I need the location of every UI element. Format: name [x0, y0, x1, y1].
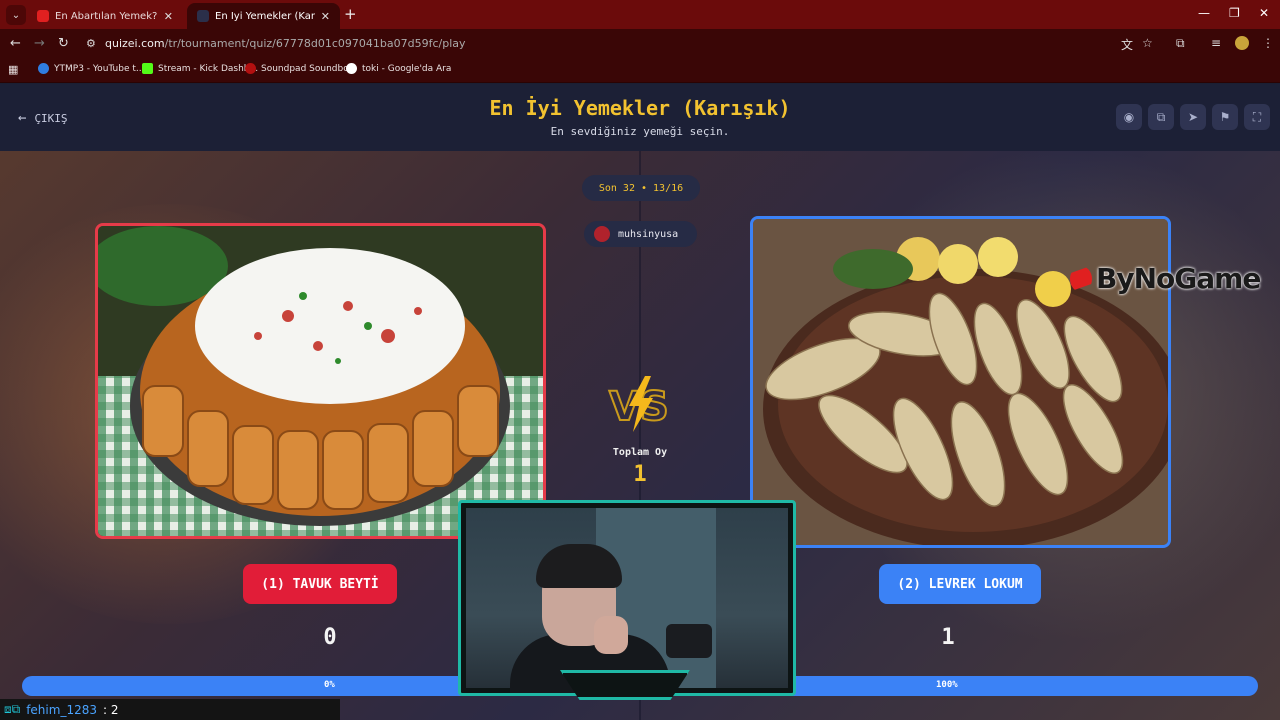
- bynogame-logo-icon: [1070, 265, 1092, 292]
- back-nav-icon[interactable]: ←: [10, 36, 21, 51]
- chat-message: ⧈⧉ fehim_1283 : 2: [0, 699, 340, 720]
- forward-nav-icon[interactable]: →: [34, 36, 45, 51]
- tavuk-beyti-image: [98, 226, 543, 536]
- bynogame-logo-text: ByNoGame: [1096, 262, 1261, 295]
- youtube-favicon-icon: [37, 10, 49, 22]
- eye-icon[interactable]: ◉: [1116, 104, 1142, 130]
- bookmark-item[interactable]: Stream - Kick Dashb...: [142, 63, 258, 74]
- menu-icon[interactable]: ⋮: [1262, 36, 1274, 50]
- restore-icon[interactable]: ❐: [1229, 6, 1240, 20]
- quiz-page: ← ÇIKIŞ En İyi Yemekler (Karışık) En sev…: [0, 84, 1280, 720]
- option-2-button[interactable]: (2) LEVREK LOKUM: [879, 564, 1041, 604]
- webcam-frame-tab: [560, 670, 690, 700]
- streamer-webcam: [458, 500, 796, 696]
- vs-lightning-icon: VS: [608, 376, 670, 432]
- tab-title: En İyi Yemekler (Karışık) - Tier L: [215, 10, 315, 22]
- send-icon[interactable]: ➤: [1180, 104, 1206, 130]
- round-indicator: Son 32 • 13/16: [582, 175, 700, 201]
- new-tab-icon[interactable]: +: [344, 5, 357, 23]
- browser-tab-bar: ⌄ En Abartılan Yemek? #Seçiyoruz ✕ En İy…: [0, 0, 1280, 29]
- star-icon[interactable]: ☆: [1142, 36, 1153, 50]
- bookmark-favicon-icon: [245, 63, 256, 74]
- profile-avatar[interactable]: [1235, 36, 1249, 50]
- tab-title: En Abartılan Yemek? #Seçiyoruz: [55, 10, 158, 22]
- extensions-icon[interactable]: ⧉: [1176, 36, 1185, 51]
- url-field[interactable]: quizei.com/tr/tournament/quiz/67778d01c0…: [105, 37, 466, 50]
- browser-tab-1[interactable]: En İyi Yemekler (Karışık) - Tier L ✕: [187, 3, 340, 29]
- quiz-header: ← ÇIKIŞ En İyi Yemekler (Karışık) En sev…: [0, 84, 1280, 151]
- bookmark-item[interactable]: YTMP3 - YouTube t...: [38, 63, 144, 74]
- copy-icon[interactable]: ⧉: [1148, 104, 1174, 130]
- option-1-votes: 0: [323, 625, 337, 650]
- browser-tab-0[interactable]: En Abartılan Yemek? #Seçiyoruz ✕: [27, 3, 183, 29]
- webcam-feed: [466, 508, 788, 693]
- fullscreen-icon[interactable]: ⛶: [1244, 104, 1270, 130]
- reload-icon[interactable]: ↻: [58, 36, 69, 51]
- close-tab-icon[interactable]: ✕: [164, 10, 173, 23]
- option-2-votes: 1: [941, 625, 955, 650]
- bookmarks-bar: ▦ YTMP3 - YouTube t... Stream - Kick Das…: [0, 59, 1280, 83]
- bookmark-favicon-icon: [142, 63, 153, 74]
- address-bar: ← → ↻ ⚙ quizei.com/tr/tournament/quiz/67…: [0, 29, 1280, 59]
- option-1-percent: 0%: [324, 680, 335, 690]
- option-2-percent: 100%: [936, 680, 958, 690]
- page-subtitle: En sevdiğiniz yemeği seçin.: [550, 125, 730, 138]
- quizei-favicon-icon: [197, 10, 209, 22]
- creator-badge[interactable]: muhsinyusa: [584, 221, 697, 247]
- translate-icon[interactable]: 文: [1121, 36, 1133, 53]
- bookmark-favicon-icon: [38, 63, 49, 74]
- bynogame-logo: ByNoGame: [1070, 262, 1261, 295]
- chat-text: : 2: [102, 702, 119, 717]
- tab-search-dropdown-icon[interactable]: ⌄: [6, 5, 26, 25]
- total-votes-label: Toplam Oy: [612, 447, 668, 458]
- chat-username: fehim_1283: [26, 702, 97, 717]
- close-tab-icon[interactable]: ✕: [321, 10, 330, 23]
- google-favicon-icon: [346, 63, 357, 74]
- option-image-1[interactable]: [95, 223, 546, 539]
- site-info-icon[interactable]: ⚙: [86, 37, 96, 50]
- media-icon[interactable]: ≡: [1211, 36, 1221, 50]
- bookmark-item[interactable]: toki - Google'da Ara: [346, 63, 451, 74]
- page-title: En İyi Yemekler (Karışık): [489, 96, 791, 120]
- apps-grid-icon[interactable]: ▦: [8, 63, 18, 76]
- bookmark-item[interactable]: Soundpad Soundbo...: [245, 63, 357, 74]
- avatar: [594, 226, 610, 242]
- flag-icon[interactable]: ⚑: [1212, 104, 1238, 130]
- close-window-icon[interactable]: ✕: [1259, 6, 1269, 20]
- creator-username: muhsinyusa: [618, 228, 679, 240]
- option-1-button[interactable]: (1) TAVUK BEYTİ: [243, 564, 397, 604]
- chat-badge-icon: ⧈⧉: [4, 702, 21, 716]
- total-votes-value: 1: [633, 462, 647, 487]
- minimize-icon[interactable]: —: [1198, 6, 1210, 20]
